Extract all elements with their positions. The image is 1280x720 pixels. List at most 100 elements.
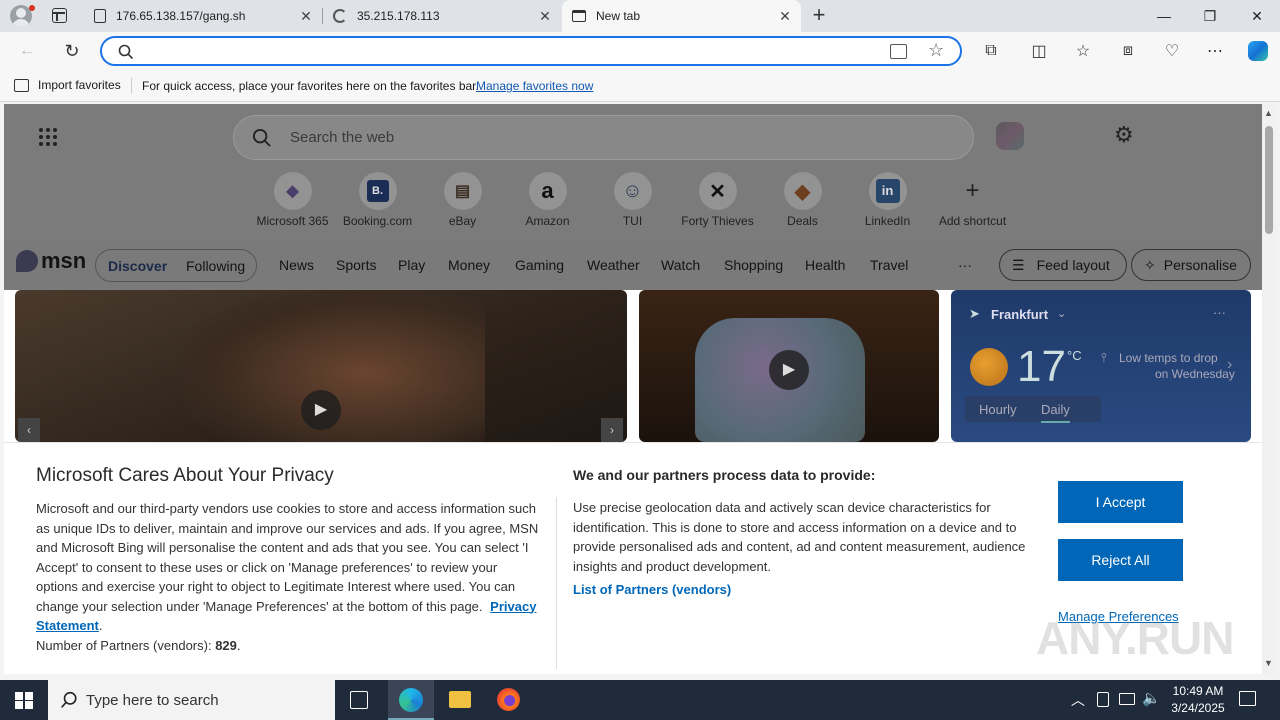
tab-actions-icon[interactable] bbox=[52, 8, 67, 23]
privacy-right-body: Use precise geolocation data and activel… bbox=[573, 500, 1026, 574]
nav-money[interactable]: Money bbox=[448, 257, 490, 273]
nav-weather[interactable]: Weather bbox=[587, 257, 640, 273]
more-menu-icon[interactable]: ⋯ bbox=[1200, 36, 1230, 66]
tab-gang-sh[interactable]: 176.65.138.157/gang.sh ✕ bbox=[84, 0, 322, 32]
discover-tab[interactable]: Discover bbox=[108, 258, 167, 274]
device-icon[interactable] bbox=[1097, 692, 1109, 707]
video-card[interactable]: ▶ bbox=[639, 290, 939, 442]
carousel-next-icon[interactable]: › bbox=[601, 418, 623, 442]
favorites-icon[interactable]: ☆ bbox=[1068, 36, 1098, 66]
notification-center-icon[interactable] bbox=[1239, 691, 1256, 706]
refresh-icon[interactable]: ↻ bbox=[57, 36, 87, 66]
personalise-button[interactable]: ✧ Personalise bbox=[1131, 249, 1251, 281]
vertical-scrollbar[interactable]: ▲ ▼ bbox=[1262, 104, 1276, 674]
shortcut-forty-thieves[interactable]: ✕ Forty Thieves bbox=[675, 170, 760, 228]
apps-grid-icon[interactable] bbox=[39, 128, 57, 146]
web-search-box[interactable]: Search the web bbox=[233, 115, 974, 160]
chevron-right-icon[interactable]: › bbox=[1227, 356, 1232, 374]
back-icon[interactable]: ← bbox=[12, 36, 42, 66]
tab-ip-address[interactable]: 35.215.178.113 ✕ bbox=[323, 0, 561, 32]
play-icon[interactable]: ▶ bbox=[769, 350, 809, 390]
taskbar-search-box[interactable]: Type here to search bbox=[48, 680, 335, 720]
split-screen-icon[interactable]: ◫ bbox=[1024, 36, 1054, 66]
tab-new-tab[interactable]: New tab ✕ bbox=[562, 0, 801, 32]
privacy-consent-banner: Microsoft Cares About Your Privacy Micro… bbox=[4, 442, 1262, 674]
tab-hourly[interactable]: Hourly bbox=[979, 402, 1017, 417]
shortcut-booking[interactable]: B. Booking.com bbox=[335, 170, 420, 228]
sparkle-icon: ✧ bbox=[1144, 256, 1156, 273]
favorites-bar: Import favorites For quick access, place… bbox=[0, 70, 1280, 102]
scroll-thumb[interactable] bbox=[1265, 126, 1273, 234]
weather-more-icon[interactable]: ··· bbox=[1213, 305, 1226, 320]
reject-all-button[interactable]: Reject All bbox=[1058, 539, 1183, 581]
address-bar[interactable]: ☆ bbox=[100, 36, 962, 66]
play-icon[interactable]: ▶ bbox=[301, 390, 341, 430]
shortcut-microsoft-365[interactable]: ◆ Microsoft 365 bbox=[250, 170, 335, 228]
clock-time[interactable]: 10:49 AM bbox=[1170, 684, 1226, 698]
firefox-icon[interactable] bbox=[497, 688, 520, 711]
minimize-button[interactable]: — bbox=[1141, 0, 1187, 32]
shortcut-deals[interactable]: ◆ Deals bbox=[760, 170, 845, 228]
close-tab-icon[interactable]: ✕ bbox=[537, 8, 553, 24]
nav-health[interactable]: Health bbox=[805, 257, 845, 273]
weather-card[interactable]: ➤ Frankfurt ⌄ ··· 17 °C ⫯ Low temps to d… bbox=[951, 290, 1251, 442]
restore-button[interactable]: ❐ bbox=[1187, 0, 1233, 32]
file-explorer-icon[interactable] bbox=[449, 691, 471, 708]
carousel-prev-icon[interactable]: ‹ bbox=[18, 418, 40, 442]
close-tab-icon[interactable]: ✕ bbox=[777, 8, 793, 24]
copilot-icon[interactable] bbox=[1243, 36, 1273, 66]
nav-play[interactable]: Play bbox=[398, 257, 425, 273]
scroll-down-icon[interactable]: ▼ bbox=[1264, 658, 1273, 668]
temperature: 17 bbox=[1017, 342, 1066, 391]
chevron-down-icon: ⌄ bbox=[1057, 308, 1067, 320]
tui-smile-icon: ☺ bbox=[613, 172, 652, 210]
nav-sports[interactable]: Sports bbox=[336, 257, 376, 273]
scroll-up-icon[interactable]: ▲ bbox=[1264, 108, 1273, 118]
tab-daily[interactable]: Daily bbox=[1041, 402, 1070, 423]
shortcut-amazon[interactable]: a Amazon bbox=[505, 170, 590, 228]
notification-dot bbox=[29, 5, 35, 11]
manage-favorites-link[interactable]: Manage favorites now bbox=[476, 79, 593, 93]
nav-more-icon[interactable]: ··· bbox=[958, 257, 972, 273]
new-tab-button[interactable]: + bbox=[808, 2, 830, 28]
volume-icon[interactable]: 🔈 bbox=[1142, 689, 1161, 707]
feed-layout-label: Feed layout bbox=[1036, 257, 1110, 273]
favorite-star-icon[interactable]: ☆ bbox=[928, 40, 944, 61]
nav-news[interactable]: News bbox=[279, 257, 314, 273]
hero-news-card[interactable]: ▶ ‹ › bbox=[15, 290, 627, 442]
network-icon[interactable] bbox=[1119, 693, 1135, 705]
windows-start-icon[interactable] bbox=[15, 692, 33, 709]
import-favorites-button[interactable]: Import favorites bbox=[14, 78, 121, 92]
nav-gaming[interactable]: Gaming bbox=[515, 257, 564, 273]
task-view-icon[interactable] bbox=[350, 691, 368, 709]
collections-icon[interactable]: ⧈ bbox=[1113, 36, 1143, 66]
close-window-button[interactable]: ✕ bbox=[1234, 0, 1280, 32]
clock-date[interactable]: 3/24/2025 bbox=[1166, 701, 1230, 715]
nav-watch[interactable]: Watch bbox=[661, 257, 700, 273]
shortcut-add[interactable]: + Add shortcut bbox=[930, 170, 1015, 228]
shortcut-tui[interactable]: ☺ TUI bbox=[590, 170, 675, 228]
privacy-body: Microsoft and our third-party vendors us… bbox=[36, 501, 539, 653]
feed-layout-button[interactable]: ☰ Feed layout bbox=[999, 249, 1127, 281]
msn-logo[interactable]: msn bbox=[16, 248, 86, 274]
location-arrow-icon: ➤ bbox=[969, 306, 980, 321]
copilot-icon[interactable] bbox=[996, 122, 1024, 150]
shortcut-linkedin[interactable]: in LinkedIn bbox=[845, 170, 930, 228]
shortcut-label: TUI bbox=[622, 214, 643, 228]
browser-essentials-icon[interactable]: ♡ bbox=[1157, 36, 1187, 66]
new-tab-page: Search the web ⚙ ◆ Microsoft 365 B. Bookin… bbox=[4, 104, 1262, 674]
nav-shopping[interactable]: Shopping bbox=[724, 257, 783, 273]
accept-button[interactable]: I Accept bbox=[1058, 481, 1183, 523]
tray-chevron-icon[interactable]: ︿ bbox=[1071, 690, 1085, 710]
extensions-icon[interactable]: ⧉ bbox=[976, 36, 1006, 66]
shortcut-ebay[interactable]: ▤ eBay bbox=[420, 170, 505, 228]
close-tab-icon[interactable]: ✕ bbox=[298, 8, 314, 24]
reader-view-icon[interactable] bbox=[890, 44, 907, 59]
tab-title: 35.215.178.113 bbox=[357, 9, 440, 23]
edge-taskbar-icon[interactable] bbox=[388, 680, 434, 720]
settings-gear-icon[interactable]: ⚙ bbox=[1114, 122, 1134, 148]
following-tab[interactable]: Following bbox=[186, 258, 245, 274]
nav-travel[interactable]: Travel bbox=[870, 257, 908, 273]
list-of-partners-link[interactable]: List of Partners (vendors) bbox=[573, 582, 731, 597]
weather-location[interactable]: Frankfurt bbox=[991, 307, 1048, 322]
